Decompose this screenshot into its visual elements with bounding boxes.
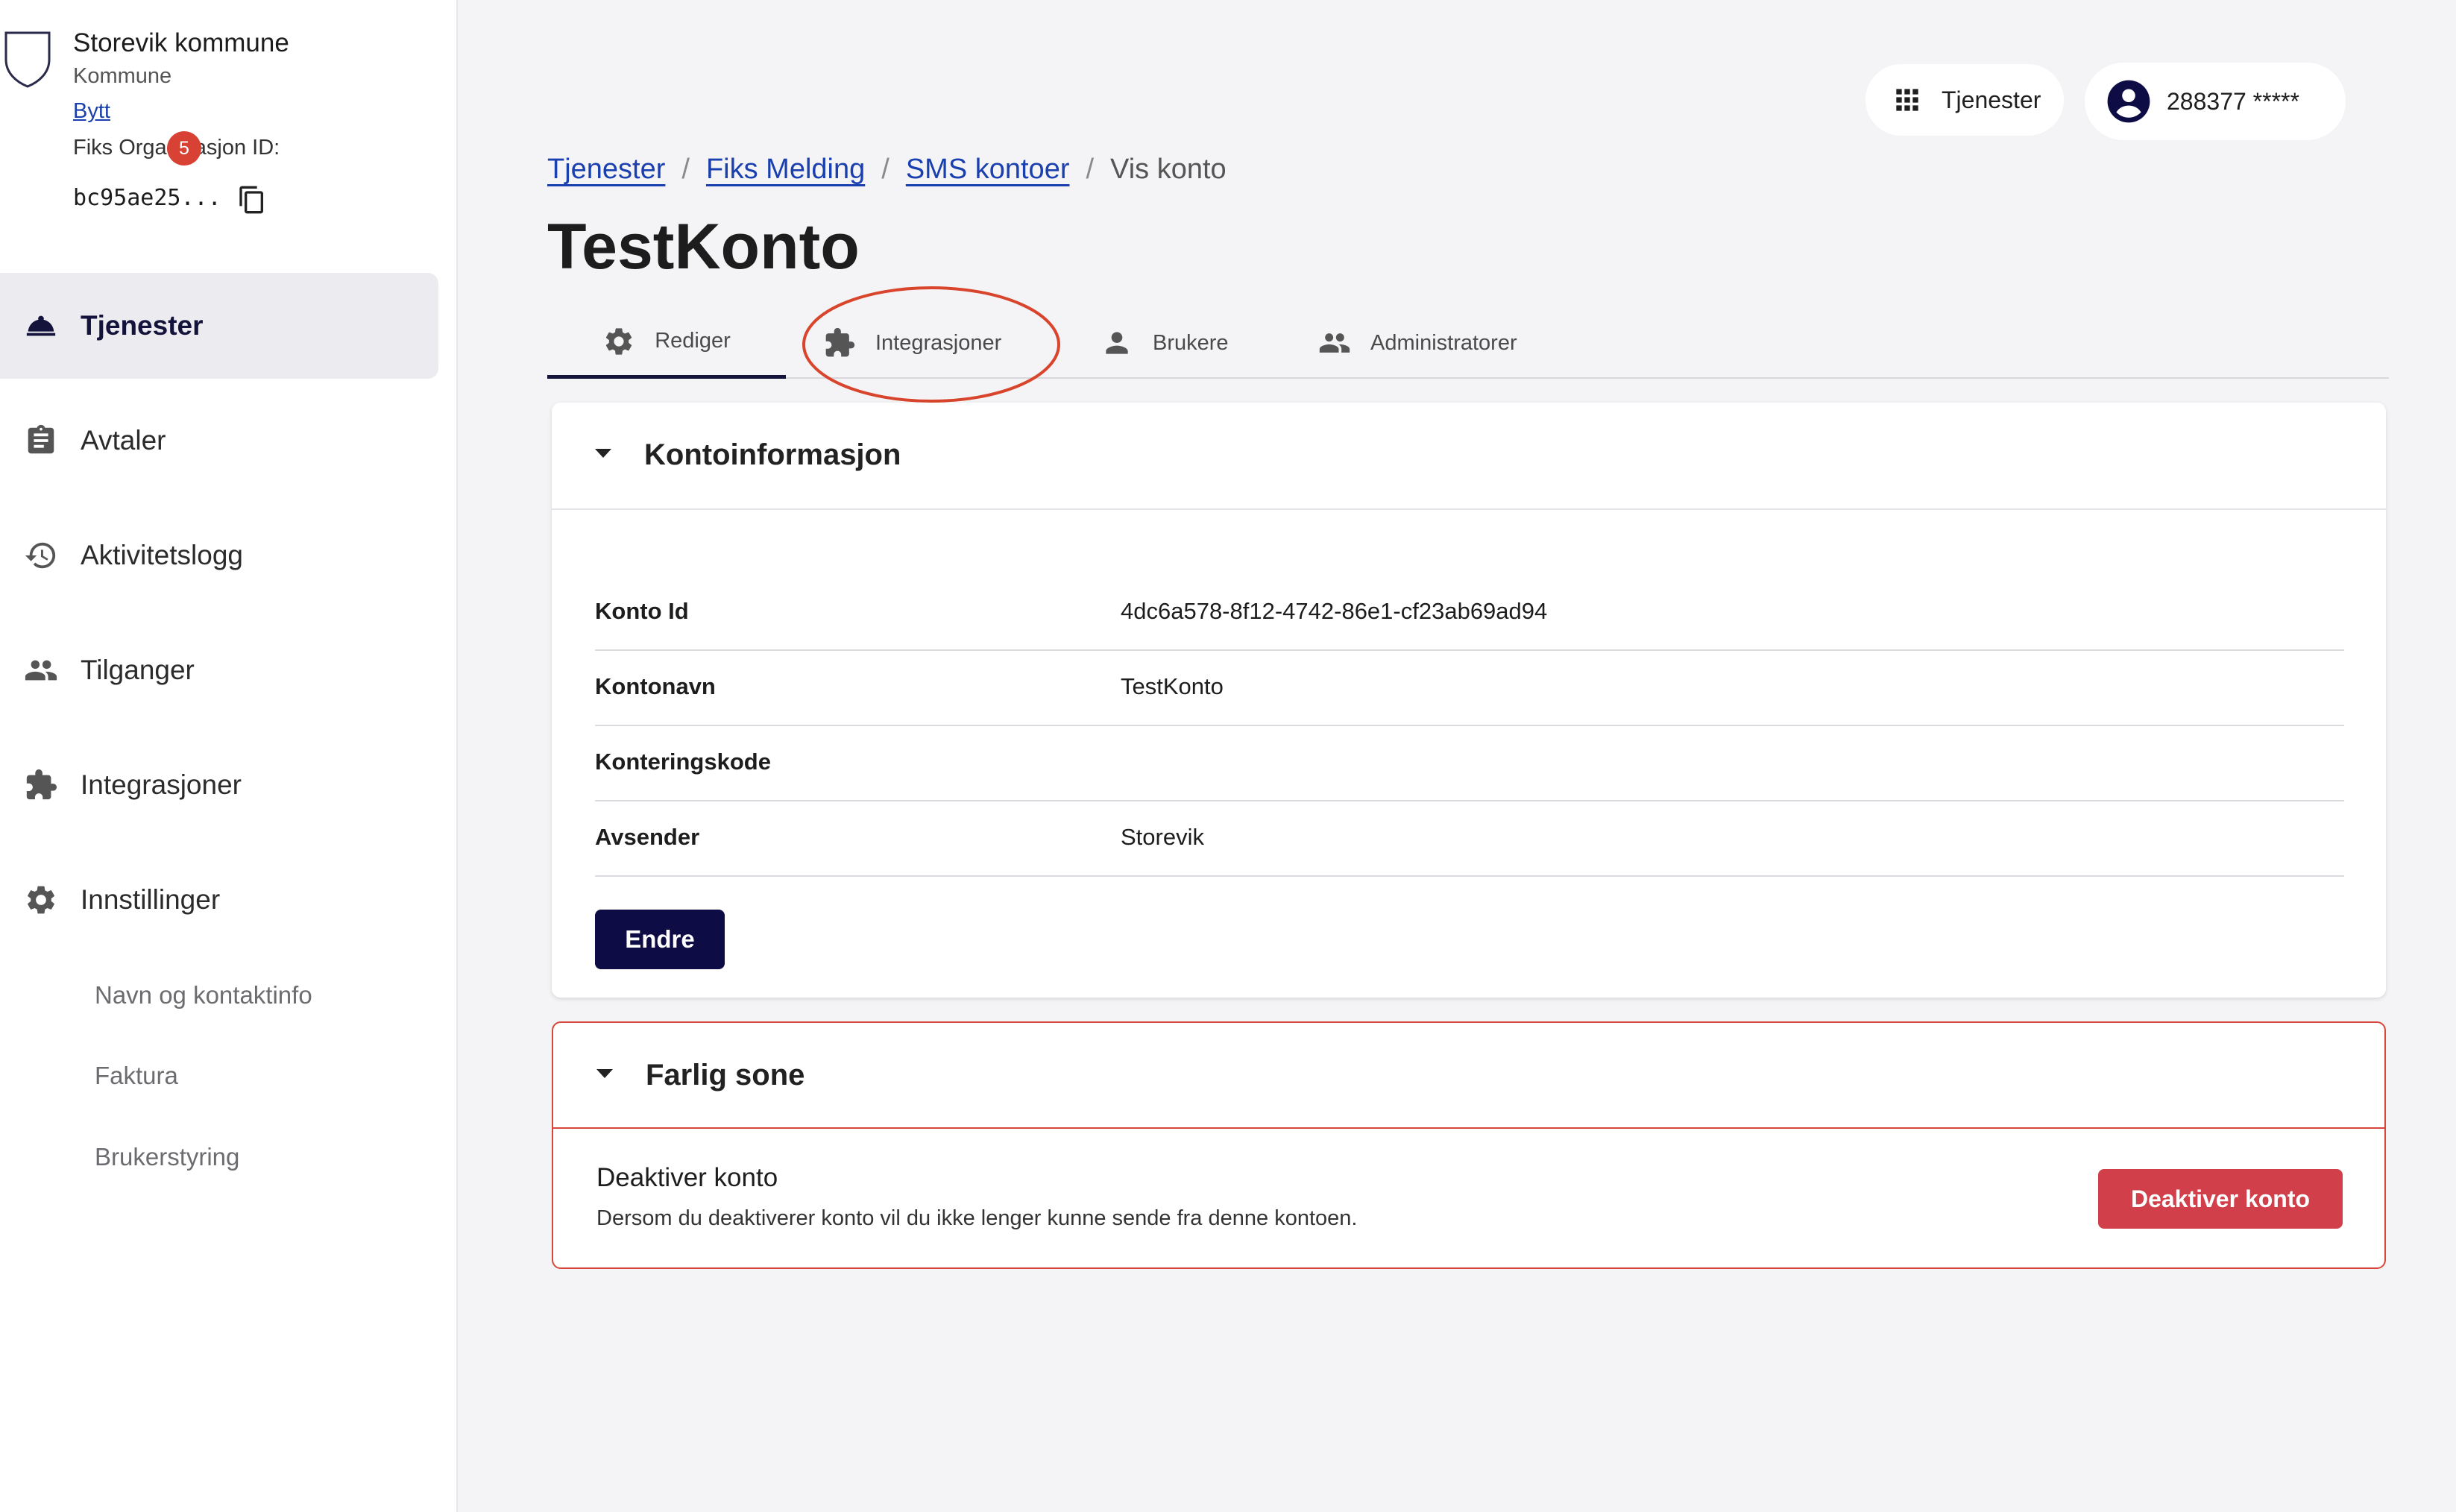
info-value: 4dc6a578-8f12-4742-86e1-cf23ab69ad94: [1121, 598, 1548, 624]
sidebar-item-avtaler[interactable]: Avtaler: [0, 388, 438, 494]
person-icon: [1106, 332, 1128, 354]
switch-org-link[interactable]: Bytt: [73, 99, 110, 124]
danger-zone-title: Farlig sone: [646, 1059, 805, 1092]
breadcrumb-link-tjenester[interactable]: Tjenester: [547, 154, 665, 186]
sidebar-item-label: Aktivitetslogg: [81, 540, 243, 570]
info-value: Storevik: [1121, 824, 1204, 850]
copy-icon[interactable]: [237, 183, 267, 216]
subnav-item-navn-kontaktinfo[interactable]: Navn og kontaktinfo: [95, 981, 312, 1009]
breadcrumb-separator: /: [1086, 154, 1095, 185]
info-row: Konteringskode: [595, 726, 2344, 801]
service-bell-icon: [26, 315, 56, 336]
org-name: Storevik kommune: [73, 28, 289, 57]
breadcrumb-separator: /: [681, 154, 690, 185]
info-value: TestKonto: [1121, 673, 1224, 699]
puzzle-icon: [26, 769, 57, 800]
subnav-item-faktura[interactable]: Faktura: [95, 1062, 178, 1090]
account-info-table: Konto Id 4dc6a578-8f12-4742-86e1-cf23ab6…: [595, 576, 2344, 877]
history-icon: [25, 542, 56, 569]
edit-button[interactable]: Endre: [595, 910, 725, 969]
deactivate-account-button[interactable]: Deaktiver konto: [2098, 1169, 2343, 1229]
sidebar-item-tilganger[interactable]: Tilganger: [0, 617, 438, 723]
tab-label: Integrasjoner: [875, 330, 1002, 355]
sidebar-item-label: Innstillinger: [81, 884, 221, 915]
tab-label: Brukere: [1153, 330, 1229, 355]
account-info-header[interactable]: Kontoinformasjon: [552, 403, 2386, 510]
info-row: Kontonavn TestKonto: [595, 651, 2344, 726]
info-key: Kontonavn: [595, 673, 716, 699]
collapse-caret-icon[interactable]: [595, 449, 611, 458]
people-icon: [25, 660, 57, 681]
info-key: Konteringskode: [595, 749, 771, 775]
clipboard-icon: [28, 424, 54, 454]
info-row: Avsender Storevik: [595, 801, 2344, 877]
tab-label: Rediger: [655, 329, 731, 353]
shield-icon: [4, 31, 51, 88]
account-circle-icon: [2107, 80, 2150, 123]
sidebar-item-innstillinger[interactable]: Innstillinger: [0, 847, 438, 953]
info-key: Avsender: [595, 824, 700, 850]
page-title: TestKonto: [547, 211, 860, 283]
tab-rediger[interactable]: Rediger: [547, 307, 786, 379]
deactivate-description: Dersom du deaktiverer konto vil du ikke …: [596, 1206, 1358, 1230]
tab-label: Administratorer: [1370, 330, 1517, 355]
tab-brukere[interactable]: Brukere: [1101, 307, 1229, 379]
breadcrumb-link-sms-kontoer[interactable]: SMS kontoer: [906, 154, 1070, 186]
info-row: Konto Id 4dc6a578-8f12-4742-86e1-cf23ab6…: [595, 576, 2344, 651]
subnav-item-brukerstyring[interactable]: Brukerstyring: [95, 1143, 239, 1171]
services-menu-label: Tjenester: [1942, 86, 2041, 113]
collapse-caret-icon[interactable]: [596, 1069, 613, 1078]
user-menu-button[interactable]: 288377 *****: [2085, 63, 2346, 140]
breadcrumb-link-fiks-melding[interactable]: Fiks Melding: [706, 154, 865, 186]
sidebar-nav: Tjenester Avtaler Aktivitetslogg Tilgang…: [0, 273, 438, 962]
account-info-card: Kontoinformasjon Konto Id 4dc6a578-8f12-…: [552, 403, 2386, 998]
info-key: Konto Id: [595, 598, 689, 624]
gear-icon: [28, 886, 54, 914]
org-id-value: bc95ae25...: [73, 185, 221, 211]
account-info-title: Kontoinformasjon: [644, 438, 901, 471]
danger-zone-header[interactable]: Farlig sone: [553, 1023, 2384, 1129]
services-menu-button[interactable]: Tjenester: [1865, 64, 2064, 136]
sidebar-item-tjenester[interactable]: Tjenester: [0, 273, 438, 379]
sidebar: Storevik kommune Kommune Bytt Fiks Organ…: [0, 0, 458, 1512]
apps-grid-icon: [1896, 89, 1918, 111]
breadcrumb-separator: /: [881, 154, 889, 185]
tab-integrasjoner[interactable]: Integrasjoner: [823, 307, 1001, 379]
gear-icon: [606, 327, 632, 355]
tab-administratorer[interactable]: Administratorer: [1318, 307, 1517, 379]
notification-badge: 5: [167, 131, 201, 166]
org-type: Kommune: [73, 64, 172, 88]
breadcrumb-current: Vis konto: [1110, 154, 1227, 185]
user-menu-label: 288377 *****: [2167, 87, 2299, 115]
puzzle-icon: [825, 327, 855, 357]
tab-bar: Rediger Integrasjoner Brukere Administra…: [547, 307, 2389, 379]
deactivate-title: Deaktiver konto: [596, 1163, 778, 1192]
sidebar-item-label: Avtaler: [81, 425, 166, 456]
sidebar-item-aktivitetslogg[interactable]: Aktivitetslogg: [0, 503, 438, 608]
sidebar-item-integrasjoner[interactable]: Integrasjoner: [0, 732, 438, 838]
people-icon: [1319, 333, 1350, 353]
breadcrumb: Tjenester / Fiks Melding / SMS kontoer /…: [547, 154, 1227, 186]
sidebar-item-label: Tilganger: [81, 655, 195, 685]
danger-zone-card: Farlig sone Deaktiver konto Dersom du de…: [552, 1021, 2386, 1269]
sidebar-item-label: Integrasjoner: [81, 769, 242, 800]
sidebar-item-label: Tjenester: [81, 310, 204, 341]
